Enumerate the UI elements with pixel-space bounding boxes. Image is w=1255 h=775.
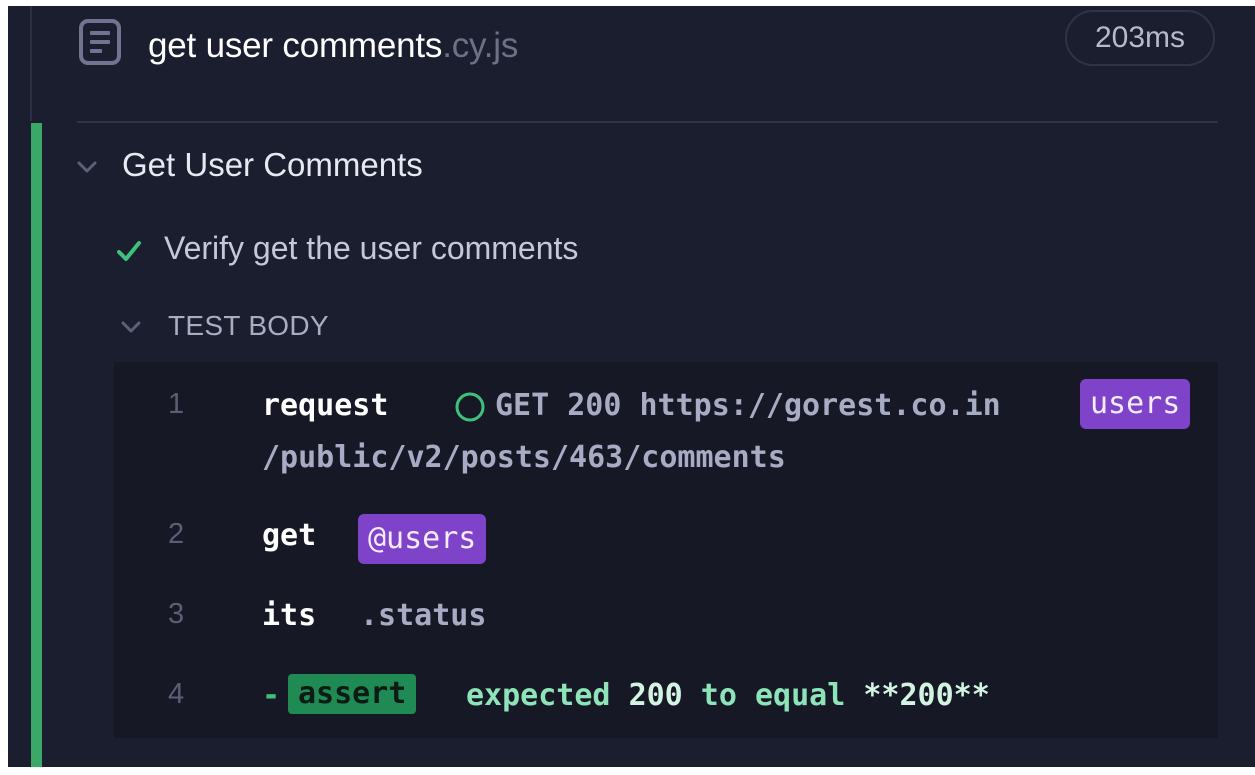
spec-duration-badge: 203ms (1065, 10, 1215, 66)
assert-actual-value: **200** (863, 678, 990, 713)
document-icon (79, 19, 121, 70)
alias-badge[interactable]: users (1080, 379, 1191, 429)
command-row[interactable]: 2 get @users (114, 512, 1218, 572)
window-top-edge (0, 0, 1255, 6)
suite-title: Get User Comments (122, 146, 423, 183)
assert-message-mid: to equal (682, 678, 864, 713)
chevron-down-icon (120, 320, 142, 339)
window-left-edge (0, 0, 8, 775)
command-row[interactable]: 3 its .status (114, 592, 1218, 642)
test-title: Verify get the user comments (164, 230, 579, 266)
command-name: request (262, 388, 389, 423)
command-name: its (262, 598, 317, 633)
assert-message: expected 200 to equal **200** (466, 678, 990, 713)
command-message-continued: /public/v2/posts/463/comments (262, 440, 786, 475)
assert-dash: - (262, 678, 281, 713)
test-body-header[interactable]: TEST BODY (112, 304, 712, 348)
assert-expected-value: 200 (628, 678, 683, 713)
command-number: 3 (168, 598, 185, 630)
command-message: GET 200 https://gorest.co.in (495, 388, 1001, 423)
chevron-down-icon (76, 160, 98, 179)
window-bottom-edge (0, 767, 1255, 775)
check-icon (116, 240, 142, 267)
assert-command-badge: assert (288, 674, 417, 714)
command-message: .status (360, 598, 487, 633)
command-row[interactable]: 4 - assert expected 200 to equal **200** (114, 672, 1218, 722)
alias-badge[interactable]: @users (358, 514, 487, 564)
pending-circle-icon (454, 391, 486, 431)
command-row[interactable]: 1 request GET 200 https://gorest.co.in u… (114, 379, 1218, 492)
command-number: 4 (168, 678, 185, 710)
command-log: 1 request GET 200 https://gorest.co.in u… (114, 362, 1218, 738)
spec-file-name: get user comments (148, 26, 443, 65)
header-left-divider (30, 6, 32, 121)
spec-file-extension: .cy.js (442, 26, 519, 65)
command-name: get (262, 518, 317, 553)
suite-row[interactable]: Get User Comments (70, 142, 1170, 190)
command-number: 2 (168, 518, 185, 550)
header-divider (77, 121, 1218, 123)
spec-file-title[interactable]: get user comments.cy.js (148, 26, 518, 66)
assert-message-prefix: expected (466, 678, 629, 713)
test-body-label: TEST BODY (168, 310, 329, 341)
test-row[interactable]: Verify get the user comments (112, 226, 1112, 274)
pass-status-bar (31, 123, 42, 773)
command-number: 1 (168, 388, 185, 420)
